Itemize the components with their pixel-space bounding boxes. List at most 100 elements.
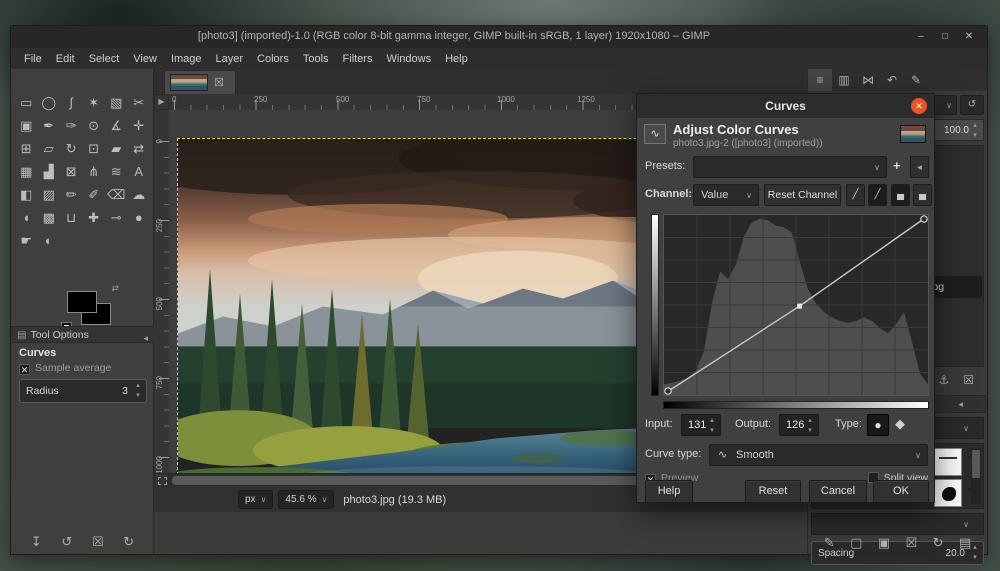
tool-move[interactable]: ✛ <box>128 114 151 137</box>
tool-rotate[interactable]: ↻ <box>60 137 83 160</box>
tool-blur-sharpen[interactable]: ● <box>128 206 151 229</box>
save-tool-preset-icon[interactable]: ↧ <box>31 534 42 550</box>
tool-transform-3d[interactable]: ▟ <box>38 160 61 183</box>
tab-channels[interactable]: ▥ <box>832 69 856 91</box>
tool-smudge[interactable]: ☛ <box>15 229 38 252</box>
tool-select-by-color[interactable]: ▧ <box>105 91 128 114</box>
color-area[interactable]: ⇄ <box>61 283 119 333</box>
input-spinner-arrows[interactable]: ▴ ▾ <box>706 416 718 436</box>
tool-pencil[interactable]: ✏ <box>60 183 83 206</box>
menu-colors[interactable]: Colors <box>250 51 296 67</box>
tool-airbrush[interactable]: ☁ <box>128 183 151 206</box>
curve-plot[interactable] <box>664 215 928 395</box>
tool-free-select[interactable]: ʃ <box>60 91 83 114</box>
tool-zoom[interactable]: ⊙ <box>83 114 106 137</box>
tool-heal[interactable]: ✚ <box>83 206 106 229</box>
tool-text[interactable]: A <box>128 160 151 183</box>
tool-dodge-burn[interactable]: ◐ <box>38 229 61 252</box>
tool-perspective-clone[interactable]: ⊸ <box>105 206 128 229</box>
cancel-button[interactable]: Cancel <box>809 480 867 503</box>
tool-paintbrush[interactable]: ✐ <box>83 183 106 206</box>
brush-list-dropdown[interactable]: ∨ <box>811 513 984 535</box>
work-on-linear-icon[interactable]: ▄ <box>891 184 910 206</box>
tool-gradient[interactable]: ▨ <box>38 183 61 206</box>
image-tab-close-icon[interactable]: ☒ <box>214 76 224 89</box>
tool-perspective[interactable]: ▦ <box>15 160 38 183</box>
delete-tool-preset-icon[interactable]: ☒ <box>92 534 104 550</box>
radius-slider[interactable]: Radius 3 ▴ ▾ <box>19 379 147 403</box>
menu-edit[interactable]: Edit <box>49 51 82 67</box>
reset-channel-button[interactable]: Reset Channel <box>764 184 841 206</box>
menu-help[interactable]: Help <box>438 51 475 67</box>
tool-options-header[interactable]: ▤ Tool Options ◂ <box>11 326 154 343</box>
new-brush-icon[interactable]: ▢ <box>850 535 862 551</box>
reset-button[interactable]: Reset <box>745 480 801 503</box>
brush-thumbnail[interactable] <box>934 448 962 476</box>
tool-fuzzy-select[interactable]: ✶ <box>83 91 106 114</box>
menu-file[interactable]: File <box>17 51 49 67</box>
delete-layer-icon[interactable]: ☒ <box>963 373 974 387</box>
output-spinbox[interactable]: 126 ▴ ▾ <box>779 414 819 436</box>
image-tab[interactable]: ☒ <box>164 70 236 94</box>
collapse-brushes-icon[interactable]: ◂ <box>958 399 963 410</box>
channel-dropdown[interactable]: Value ∨ <box>693 184 759 206</box>
dialog-title-bar[interactable]: Curves <box>637 94 934 118</box>
output-spinner-arrows[interactable]: ▴ ▾ <box>804 416 816 436</box>
close-button[interactable]: ✕ <box>961 29 977 45</box>
preset-menu-button[interactable]: ◂ <box>910 156 929 178</box>
tool-flip[interactable]: ⇄ <box>128 137 151 160</box>
duplicate-brush-icon[interactable]: ▣ <box>878 535 890 551</box>
tool-clone[interactable]: ⊔ <box>60 206 83 229</box>
radius-spinner[interactable]: ▴ ▾ <box>132 381 144 401</box>
tool-bucket-fill[interactable]: ◧ <box>15 183 38 206</box>
maximize-button[interactable]: □ <box>937 29 953 45</box>
input-spinbox[interactable]: 131 ▴ ▾ <box>681 414 721 436</box>
tool-warp-transform[interactable]: ≋ <box>105 160 128 183</box>
tool-unified-transform[interactable]: ⊠ <box>60 160 83 183</box>
vertical-ruler[interactable]: 0 250 500 750 1000 <box>154 110 169 474</box>
sample-average-row[interactable]: ✕ Sample average <box>19 362 111 375</box>
sample-average-checkbox[interactable]: ✕ <box>19 364 30 375</box>
tab-brushes[interactable]: ✎ <box>904 69 928 91</box>
restore-tool-preset-icon[interactable]: ↺ <box>61 534 72 550</box>
menu-filters[interactable]: Filters <box>336 51 380 67</box>
tool-cage-transform[interactable]: ⋔ <box>83 160 106 183</box>
curve-type-dropdown[interactable]: ∿ Smooth ∨ <box>709 444 928 466</box>
point-type-smooth-button[interactable]: ● <box>867 414 889 436</box>
menu-tools[interactable]: Tools <box>296 51 336 67</box>
menu-view[interactable]: View <box>126 51 164 67</box>
menu-select[interactable]: Select <box>82 51 127 67</box>
tool-scissors-select[interactable]: ✂ <box>128 91 151 114</box>
tool-ellipse-select[interactable]: ◯ <box>38 91 61 114</box>
brush-grid-scrollbar[interactable] <box>971 448 981 504</box>
tool-color-picker[interactable]: ✑ <box>60 114 83 137</box>
open-brush-as-image-icon[interactable]: ▤ <box>959 535 971 551</box>
tool-foreground-select[interactable]: ▣ <box>15 114 38 137</box>
work-on-perceptual-icon[interactable]: ▄ <box>913 184 932 206</box>
anchor-layer-icon[interactable]: ⚓ <box>938 373 949 387</box>
ruler-origin-button[interactable]: ▶ <box>154 94 169 110</box>
add-preset-button[interactable]: + <box>893 158 901 173</box>
tool-measure[interactable]: ∡ <box>105 114 128 137</box>
tab-layers[interactable]: ≡ <box>808 69 832 91</box>
curve-editor[interactable] <box>663 214 929 396</box>
brush-thumbnail[interactable] <box>934 479 962 507</box>
collapse-tool-options-icon[interactable]: ◂ <box>143 330 148 346</box>
opacity-spinner[interactable]: 100.0 ▴ ▾ <box>928 119 984 141</box>
point-type-corner-button[interactable]: ◆ <box>895 416 905 432</box>
presets-dropdown[interactable]: ∨ <box>693 156 887 178</box>
tool-rectangle-select[interactable]: ▭ <box>15 91 38 114</box>
edit-brush-icon[interactable]: ✎ <box>824 535 835 551</box>
tool-eraser[interactable]: ⌫ <box>105 183 128 206</box>
reset-tool-options-icon[interactable]: ↻ <box>123 534 134 550</box>
swap-colors-icon[interactable]: ⇄ <box>111 283 119 294</box>
title-bar[interactable]: [photo3] (imported)-1.0 (RGB color 8-bit… <box>11 26 987 48</box>
histogram-linear-icon[interactable]: ╱ <box>846 184 865 206</box>
tool-paths[interactable]: ✒ <box>38 114 61 137</box>
ok-button[interactable]: OK <box>873 480 929 503</box>
help-button[interactable]: Help <box>645 480 693 503</box>
tool-mypaint-brush[interactable]: ▩ <box>38 206 61 229</box>
menu-image[interactable]: Image <box>164 51 209 67</box>
menu-windows[interactable]: Windows <box>379 51 438 67</box>
histogram-logarithmic-icon[interactable]: ╱ <box>868 184 887 206</box>
